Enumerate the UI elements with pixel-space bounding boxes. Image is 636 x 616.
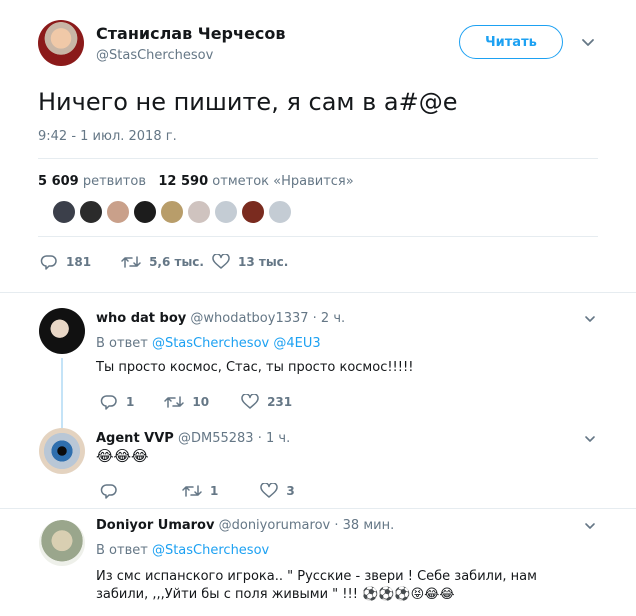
retweets-label[interactable]: ретвитов bbox=[83, 174, 146, 189]
follow-button[interactable]: Читать bbox=[459, 25, 563, 59]
retweet-count: 10 bbox=[192, 395, 210, 409]
chevron-down-icon[interactable] bbox=[583, 312, 597, 326]
reply-button[interactable]: 181 bbox=[40, 254, 91, 270]
divider bbox=[0, 508, 636, 509]
reply-to-line: В ответ @StasCherchesov @4EU3 bbox=[96, 336, 321, 351]
retweet-button[interactable]: 10 bbox=[164, 394, 209, 410]
reply-header: who dat boy @whodatboy1337 · 2 ч. bbox=[96, 311, 345, 326]
reply-avatar[interactable] bbox=[39, 520, 85, 566]
author-handle[interactable]: @StasCherchesov bbox=[96, 48, 213, 63]
reply-text: Из смс испанского игрока.. " Русские - з… bbox=[96, 569, 537, 602]
liker-avatar[interactable] bbox=[106, 200, 130, 224]
divider bbox=[38, 158, 598, 159]
chevron-down-icon[interactable] bbox=[583, 432, 597, 446]
liker-avatar[interactable] bbox=[133, 200, 157, 224]
reply-header: Doniyor Umarov @doniyorumarov · 38 мин. bbox=[96, 518, 394, 533]
thread-line bbox=[61, 358, 63, 428]
chevron-down-icon[interactable] bbox=[580, 34, 596, 50]
retweet-button[interactable]: 1 bbox=[182, 483, 218, 499]
like-button[interactable]: 13 тыс. bbox=[212, 254, 288, 270]
reply-author-handle[interactable]: @whodatboy1337 bbox=[190, 311, 308, 326]
reply-to-mentions[interactable]: @StasCherchesov bbox=[152, 543, 269, 558]
reply-author-name[interactable]: Doniyor Umarov bbox=[96, 518, 214, 533]
retweet-count: 1 bbox=[210, 484, 219, 498]
chevron-down-icon[interactable] bbox=[583, 519, 597, 533]
liker-avatar[interactable] bbox=[268, 200, 292, 224]
reply-prefix: В ответ bbox=[96, 336, 148, 351]
reply-button[interactable]: 1 bbox=[100, 394, 134, 410]
tweet-actions: 181 5,6 тыс. 13 тыс. bbox=[40, 252, 310, 272]
heart-icon bbox=[212, 254, 230, 269]
tweet-timestamp[interactable]: 9:42 - 1 июл. 2018 г. bbox=[38, 129, 177, 144]
like-count: 3 bbox=[286, 484, 295, 498]
reply-time[interactable]: · 38 мин. bbox=[334, 518, 394, 533]
like-count: 231 bbox=[267, 395, 293, 409]
retweets-count[interactable]: 5 609 bbox=[38, 174, 79, 189]
divider bbox=[38, 236, 598, 237]
reply-to-mentions[interactable]: @StasCherchesov @4EU3 bbox=[152, 336, 321, 351]
reply-icon bbox=[100, 395, 117, 410]
reply-actions: 1 3 bbox=[100, 481, 317, 501]
reply-author-name[interactable]: Agent VVP bbox=[96, 431, 174, 446]
heart-icon bbox=[260, 483, 279, 498]
liker-avatar[interactable] bbox=[187, 200, 211, 224]
liker-avatar[interactable] bbox=[214, 200, 238, 224]
reply-text: Ты просто космос, Стас, ты просто космос… bbox=[96, 360, 414, 375]
reply-count: 181 bbox=[66, 255, 92, 269]
reply-to-line: В ответ @StasCherchesov bbox=[96, 543, 269, 558]
reply-header: Agent VVP @DM55283 · 1 ч. bbox=[96, 431, 290, 446]
reply-text: 😂😂😂 bbox=[96, 447, 149, 465]
author-avatar[interactable] bbox=[38, 20, 84, 66]
reply-icon bbox=[100, 484, 117, 499]
liker-avatar[interactable] bbox=[79, 200, 103, 224]
heart-icon bbox=[241, 394, 259, 409]
likes-count[interactable]: 12 590 bbox=[158, 174, 208, 189]
reply-icon bbox=[40, 255, 57, 270]
reply-actions: 1 10 231 bbox=[100, 392, 314, 412]
tweet-stats: 5 609 ретвитов 12 590 отметок «Нравится» bbox=[38, 174, 354, 189]
reply-author-name[interactable]: who dat boy bbox=[96, 311, 186, 326]
reply-time[interactable]: · 2 ч. bbox=[313, 311, 345, 326]
liker-avatar[interactable] bbox=[52, 200, 76, 224]
retweet-icon bbox=[164, 396, 185, 408]
likes-label[interactable]: отметок «Нравится» bbox=[212, 174, 353, 189]
retweet-count: 5,6 тыс. bbox=[149, 255, 204, 269]
reply-button[interactable] bbox=[100, 483, 126, 499]
reply-count: 1 bbox=[126, 395, 135, 409]
reply-prefix: В ответ bbox=[96, 543, 148, 558]
retweet-icon bbox=[121, 256, 141, 268]
divider bbox=[0, 292, 636, 293]
likers-avatars bbox=[52, 200, 292, 226]
reply-author-handle[interactable]: @DM55283 bbox=[178, 431, 254, 446]
reply-time[interactable]: · 1 ч. bbox=[258, 431, 290, 446]
reply-author-handle[interactable]: @doniyorumarov bbox=[219, 518, 331, 533]
retweet-icon bbox=[182, 485, 202, 497]
like-count: 13 тыс. bbox=[237, 255, 289, 269]
like-button[interactable]: 3 bbox=[260, 483, 295, 499]
tweet-text: Ничего не пишите, я сам в а#@е bbox=[38, 88, 458, 116]
reply-avatar[interactable] bbox=[39, 428, 85, 474]
reply-avatar[interactable] bbox=[39, 308, 85, 354]
liker-avatar[interactable] bbox=[160, 200, 184, 224]
author-name[interactable]: Станислав Черчесов bbox=[96, 24, 285, 43]
liker-avatar[interactable] bbox=[241, 200, 265, 224]
retweet-button[interactable]: 5,6 тыс. bbox=[121, 254, 204, 270]
like-button[interactable]: 231 bbox=[241, 394, 292, 410]
